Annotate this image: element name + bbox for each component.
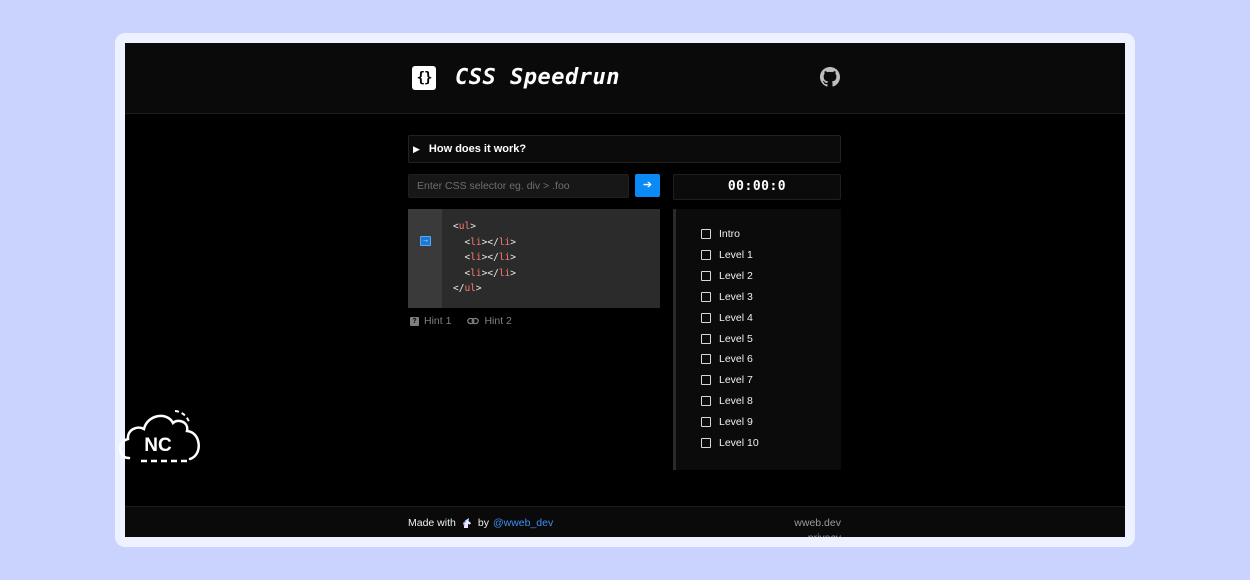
- level-label: Intro: [719, 228, 741, 240]
- code-line: <li></li>: [453, 235, 516, 251]
- hint-2-label: Hint 2: [484, 315, 512, 327]
- code-punctuation: [453, 268, 464, 279]
- hint-2-button[interactable]: Hint 2: [467, 315, 512, 327]
- level-checkbox[interactable]: [701, 396, 711, 407]
- app-title: CSS Speedrun: [455, 65, 620, 90]
- level-item[interactable]: Level 7: [701, 374, 753, 386]
- arrow-right-icon: →: [420, 236, 431, 246]
- code-block: <ul> <li></li> <li></li> <li></li> </ul>: [453, 219, 516, 297]
- level-item[interactable]: Level 5: [701, 333, 753, 345]
- level-label: Level 5: [719, 332, 753, 345]
- level-item[interactable]: Level 6: [701, 353, 753, 365]
- level-label: Level 7: [719, 374, 753, 387]
- footer: Made with by @wweb_dev wweb.dev privacy: [125, 506, 1125, 537]
- code-tag-name: li: [470, 252, 482, 264]
- code-punctuation: </: [453, 283, 465, 295]
- level-item[interactable]: Level 1: [701, 249, 753, 261]
- hint-1-label: Hint 1: [424, 315, 452, 327]
- logo-braces-icon: {}: [412, 66, 436, 90]
- code-tag-name: li: [470, 236, 482, 248]
- code-line: </ul>: [453, 281, 516, 297]
- nc-cloud-badge: NC: [119, 410, 200, 463]
- level-item[interactable]: Level 2: [701, 270, 753, 282]
- header: {} CSS Speedrun: [125, 43, 1125, 114]
- level-checkbox[interactable]: [701, 438, 711, 448]
- code-punctuation: >: [510, 236, 516, 248]
- code-line: <li></li>: [453, 250, 516, 266]
- question-icon: ?: [410, 316, 419, 326]
- unicorn-icon: [462, 518, 471, 528]
- level-label: Level 4: [719, 311, 753, 324]
- code-punctuation: [453, 252, 464, 263]
- level-checkbox[interactable]: [701, 229, 711, 239]
- made-with-label: Made with: [408, 517, 456, 529]
- code-tag-name: li: [498, 236, 511, 248]
- level-checkbox[interactable]: [701, 270, 711, 281]
- level-item[interactable]: Level 8: [701, 395, 753, 407]
- css-selector-input[interactable]: [408, 174, 629, 198]
- author-link[interactable]: @wweb_dev: [493, 517, 553, 529]
- code-punctuation: ></: [481, 267, 499, 279]
- code-gutter: →: [408, 209, 442, 308]
- level-label: Level 8: [719, 395, 753, 408]
- how-does-it-work-label: How does it work?: [428, 143, 527, 155]
- hints-bar: ? Hint 1 Hint 2: [410, 315, 512, 327]
- code-tag-name: li: [498, 252, 511, 264]
- level-label: Level 2: [719, 269, 753, 282]
- speedrun-timer: 00:00:0: [673, 174, 841, 200]
- code-tag-name: ul: [464, 283, 476, 295]
- code-punctuation: >: [470, 221, 476, 232]
- level-label: Level 3: [719, 290, 753, 303]
- submit-selector-button[interactable]: ➔: [635, 174, 660, 197]
- code-line: <ul>: [453, 219, 516, 235]
- code-punctuation: [453, 237, 464, 248]
- hint-1-button[interactable]: ? Hint 1: [410, 315, 451, 327]
- code-punctuation: >: [475, 283, 482, 295]
- level-item[interactable]: Intro: [701, 228, 740, 240]
- code-tag-name: li: [470, 267, 482, 279]
- code-line: <li></li>: [453, 266, 516, 282]
- level-checkbox[interactable]: [701, 333, 711, 344]
- github-icon[interactable]: [820, 67, 840, 87]
- level-checkbox[interactable]: [701, 375, 711, 386]
- level-checkbox[interactable]: [701, 312, 711, 323]
- app-window: {} CSS Speedrun ▶ How does it work? ➔ 00…: [125, 43, 1125, 537]
- level-label: Level 6: [719, 353, 753, 366]
- level-label: Level 10: [719, 437, 759, 449]
- level-checkbox[interactable]: [701, 354, 711, 365]
- badge-text: NC: [144, 435, 172, 456]
- level-checkbox[interactable]: [701, 249, 711, 260]
- code-punctuation: ></: [481, 236, 499, 248]
- code-tag-name: li: [498, 267, 511, 279]
- code-viewer: → <ul> <li></li> <li></li> <li></li> </ul…: [408, 209, 660, 308]
- level-list: Intro Level 1 Level 2 Level 3 Level 4 Level 5…: [673, 209, 841, 470]
- level-checkbox[interactable]: [701, 291, 711, 302]
- link-icon: [467, 317, 480, 325]
- made-with-credit: Made with by @wweb_dev: [408, 517, 553, 529]
- privacy-link[interactable]: privacy: [791, 532, 841, 537]
- level-item[interactable]: Level 4: [701, 312, 753, 324]
- how-does-it-work-toggle[interactable]: ▶ How does it work?: [408, 135, 841, 163]
- site-link[interactable]: wweb.dev: [791, 517, 841, 529]
- level-label: Level 1: [719, 248, 753, 261]
- code-punctuation: >: [510, 252, 516, 264]
- level-label: Level 9: [719, 416, 753, 429]
- disclosure-triangle-icon: ▶: [413, 143, 420, 154]
- code-punctuation: >: [510, 267, 516, 279]
- code-punctuation: ></: [481, 252, 499, 264]
- by-label: by: [477, 517, 489, 529]
- level-item[interactable]: Level 10: [701, 437, 759, 449]
- level-item[interactable]: Level 9: [701, 416, 753, 428]
- code-tag-name: ul: [458, 221, 471, 232]
- level-checkbox[interactable]: [701, 417, 711, 428]
- level-item[interactable]: Level 3: [701, 291, 753, 303]
